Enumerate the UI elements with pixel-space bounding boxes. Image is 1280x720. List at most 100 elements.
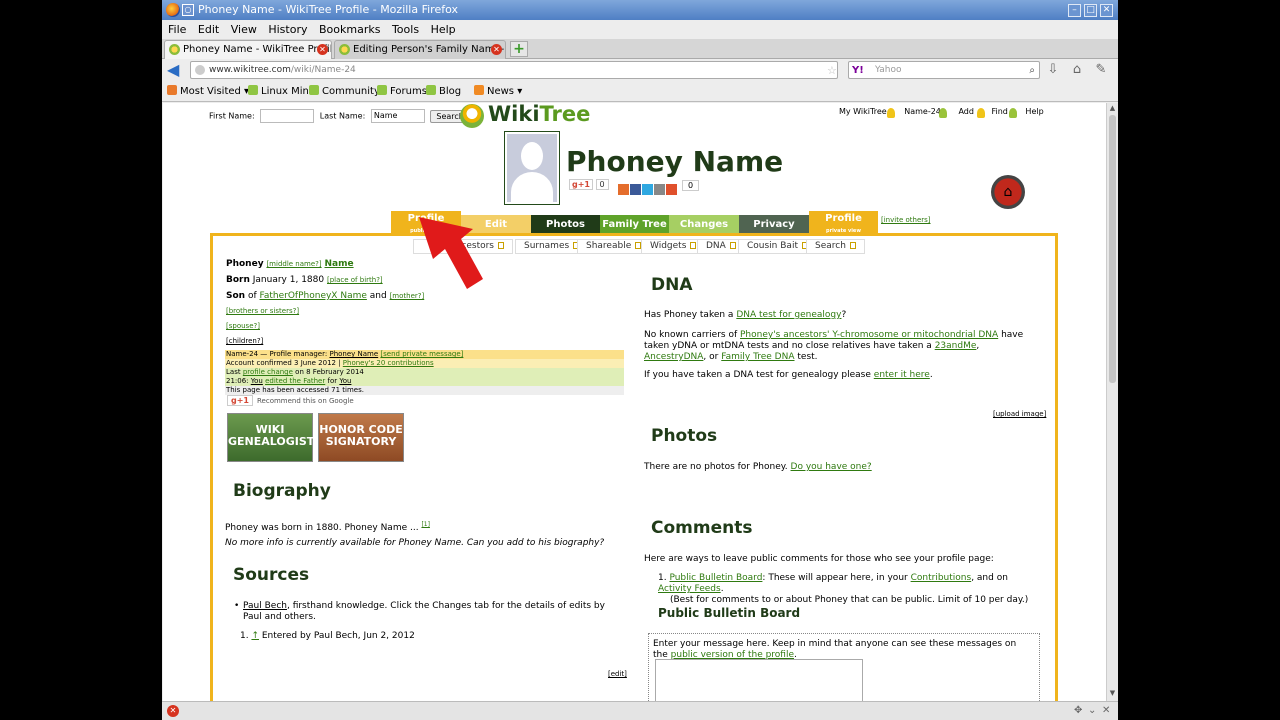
manager-link[interactable]: Phoney Name [329,350,378,358]
menu-edit[interactable]: Edit [198,20,219,39]
tab-profile-private[interactable]: Profile private view [809,211,878,234]
maximize-button[interactable]: □ [1084,4,1097,17]
subnav-shareable[interactable]: Shareable [577,239,651,254]
tab-editing[interactable]: Editing Person's Family Name-2... ✕ [334,40,506,59]
back-arrow-icon[interactable]: ◀ [167,61,185,79]
scroll-thumb[interactable] [1109,115,1116,383]
bookmark-linux-mint[interactable]: Linux Mint [248,81,313,102]
stop-icon[interactable]: ✕ [167,705,179,717]
subnav-search[interactable]: Search [806,239,865,254]
upload-image-link[interactable]: [upload image] [993,409,1046,420]
find-link[interactable]: Find [991,107,1007,116]
footnote-link[interactable]: [1] [421,521,430,528]
subnav-widgets[interactable]: Widgets [641,239,706,254]
last-name-link[interactable]: Name [324,259,353,269]
facebook-icon[interactable] [630,184,641,195]
you-link[interactable]: You [339,377,351,385]
mother-link[interactable]: [mother?] [390,292,425,300]
spouse-link[interactable]: [spouse?] [226,322,260,330]
bookmark-blog[interactable]: Blog [426,81,461,102]
vertical-scrollbar[interactable]: ▲ ▼ [1106,103,1118,701]
tab-family-tree[interactable]: Family Tree [600,215,669,234]
gplus-icon[interactable]: g+1 [227,395,253,406]
chevron-down-icon[interactable]: ⌄ [1088,705,1096,716]
send-message-link[interactable]: [send private message] [380,350,463,358]
google-plus-widget[interactable]: g+1 0 [569,179,609,190]
scroll-down-icon[interactable]: ▼ [1108,689,1117,697]
bookmark-forums[interactable]: Forums [377,81,427,102]
menu-view[interactable]: View [231,20,257,39]
ancestors-dna-link[interactable]: Phoney's ancestors' Y-chromosome or mito… [740,330,998,340]
birth-place-link[interactable]: [place of birth?] [327,276,383,284]
avatar[interactable] [504,131,560,205]
email-icon[interactable] [654,184,665,195]
google-recommend[interactable]: g+1 Recommend this on Google [227,395,354,406]
honor-code-badge[interactable]: HONOR CODE SIGNATORY [318,413,404,462]
siblings-link[interactable]: [brothers or sisters?] [226,307,299,315]
you-link[interactable]: You [251,377,263,385]
pin-icon[interactable]: ○ [182,4,194,16]
help-link[interactable]: Help [1025,107,1043,116]
first-name-input[interactable] [260,109,315,123]
ref-backlink[interactable]: ↑ [251,631,259,641]
close-tab-icon[interactable]: ✕ [317,44,328,55]
add-photo-link[interactable]: Do you have one? [791,462,872,472]
middle-name-link[interactable]: [middle name?] [266,260,321,268]
bulletin-board-link[interactable]: Public Bulletin Board [669,573,762,583]
wiki-genealogist-badge[interactable]: WIKI GENEALOGIST [227,413,314,462]
tab-profile[interactable]: Phoney Name - WikiTree Profile ✕ [164,40,332,59]
bookmark-most-visited[interactable]: Most Visited ▾ [167,81,249,102]
binoculars-icon[interactable]: ⌕ [1029,63,1035,79]
download-icon[interactable]: ⇩ [1044,61,1062,79]
add-link[interactable]: Add [958,107,974,116]
enter-dna-link[interactable]: enter it here [874,370,930,380]
scroll-up-icon[interactable]: ▲ [1108,104,1117,112]
edited-father-link[interactable]: edited the Father [265,377,325,385]
activity-feeds-link[interactable]: Activity Feeds [658,584,721,594]
bookmark-community[interactable]: Community [309,81,380,102]
navigation-bar: ◀ www.wikitree.com/wiki/Name-24 ☆ ↻ Y! Y… [162,59,1118,81]
twitter-icon[interactable] [642,184,653,195]
minimize-button[interactable]: – [1068,4,1081,17]
menu-help[interactable]: Help [431,20,456,39]
addon-icon[interactable]: ✎ [1092,61,1110,79]
profile-change-link[interactable]: profile change [243,368,293,376]
ancestrydna-link[interactable]: AncestryDNA [644,352,703,362]
share-icon[interactable] [618,184,629,195]
close-addon-bar-icon[interactable]: ✕ [1102,705,1110,716]
gplus-button[interactable]: g+1 [569,179,593,190]
search-bar[interactable]: Y! Yahoo ⌕ [848,61,1040,79]
profile-id-link[interactable]: Name-24 [904,107,941,116]
close-button[interactable]: ✕ [1100,4,1113,17]
source-author-link[interactable]: Paul Bech [243,601,287,611]
tab-privacy[interactable]: Privacy [739,215,809,234]
father-link[interactable]: FatherOfPhoneyX Name [260,291,367,301]
yahoo-icon[interactable]: Y! [852,63,864,79]
menu-history[interactable]: History [268,20,307,39]
tab-photos[interactable]: Photos [531,215,600,234]
menu-file[interactable]: File [168,20,186,39]
new-tab-button[interactable]: + [510,41,528,57]
menu-tools[interactable]: Tools [392,20,419,39]
close-tab-icon[interactable]: ✕ [491,44,502,55]
invite-others-link[interactable]: [invite others] [881,216,931,224]
home-icon[interactable]: ⌂ [1068,61,1086,79]
addon-bar-icon[interactable]: ✥ [1074,705,1082,716]
bookmark-star-icon[interactable]: ☆ [827,63,837,79]
children-link[interactable]: [children?] [226,337,263,345]
menu-bookmarks[interactable]: Bookmarks [319,20,380,39]
familytreedna-link[interactable]: Family Tree DNA [721,352,794,362]
comment-textarea[interactable] [655,659,863,701]
url-bar[interactable]: www.wikitree.com/wiki/Name-24 ☆ ↻ [190,61,863,79]
23andme-link[interactable]: 23andMe [935,341,977,351]
bookmark-news[interactable]: News ▾ [474,81,522,102]
last-name-input[interactable]: Name [370,109,425,123]
privacy-badge-icon[interactable]: ⌂ [991,175,1025,209]
plus-share-icon[interactable] [666,184,677,195]
contributions-link[interactable]: Phoney's 20 contributions [343,359,434,367]
my-wikitree-link[interactable]: My WikiTree [839,107,887,116]
dna-test-link[interactable]: DNA test for genealogy [736,310,841,320]
contributions-link[interactable]: Contributions [911,573,972,583]
edit-link[interactable]: [edit] [608,669,627,680]
tab-changes[interactable]: Changes [669,215,739,234]
